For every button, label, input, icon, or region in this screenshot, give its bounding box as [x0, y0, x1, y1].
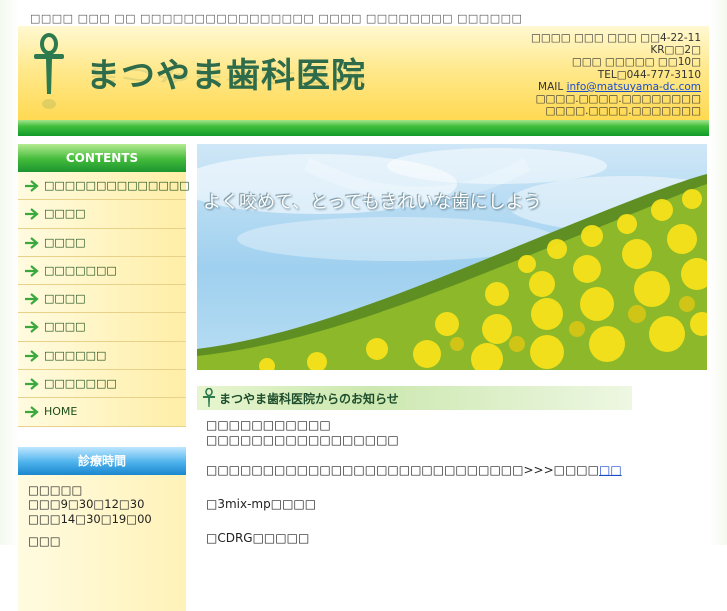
nav-item-6[interactable]: □□□□ [18, 313, 186, 342]
arrow-right-icon [24, 404, 40, 423]
news-line: □□□□□□□□□□□ [206, 418, 331, 432]
nav-item-label: □□□□□□ [44, 348, 107, 362]
mail-label: MAIL [538, 80, 564, 93]
nav-item-2[interactable]: □□□□ [18, 200, 186, 229]
news-title: まつやま歯科医院からのお知らせ [219, 392, 399, 406]
arrow-right-icon [24, 319, 40, 338]
nav-item-label: □□□□□□□ [44, 377, 117, 391]
address-line: □□□□.□□□□.□□□□□□□□ [535, 93, 701, 106]
rapeseed-field-image [197, 148, 707, 370]
phone-number: TEL□044-777-3110 [597, 68, 701, 81]
news-line-text: □□□□□□□□□□□□□□□□□□□□□□□□□□□□>>>□□□□ [206, 463, 599, 477]
hours-line: □□□ [28, 534, 61, 549]
nav-item-8[interactable]: □□□□□□□ [18, 370, 186, 399]
address-line: KR□□2□ [650, 44, 701, 57]
news-line: □CDRG□□□□□ [206, 531, 310, 545]
hours-panel: □□□□□ □□□9□30□12□30 □□□14□30□19□00 □□□ [18, 474, 186, 611]
tagline: □□□□ □□□ □□ □□□□□□□□□□□□□□□□ □□□□ □□□□□□… [30, 12, 523, 25]
nav-item-1[interactable]: □□□□□□□□□□□□□□ [18, 172, 190, 201]
news-body: □□□□□□□□□□□ □□□□□□□□□□□□□□□□□ □□□□□□□□□□… [206, 418, 706, 546]
hours-line: □□□□□ [28, 482, 83, 497]
tooth-logo-icon[interactable] [32, 32, 66, 120]
nav-item-label: HOME [44, 405, 78, 419]
nav-item-home[interactable]: HOME [18, 398, 186, 427]
arrow-right-icon [24, 348, 40, 367]
arrow-right-icon [24, 206, 40, 225]
nav-item-3[interactable]: □□□□ [18, 228, 186, 257]
hours-heading: 診療時間 [18, 446, 186, 475]
tooth-icon [203, 387, 215, 412]
arrow-right-icon [24, 376, 40, 395]
address-line: □□□ □□□□□ □□10□ [571, 56, 701, 69]
arrow-right-icon [24, 263, 40, 282]
arrow-right-icon [24, 291, 40, 310]
news-line: □□□□□□□□□□□□□□□□□ [206, 433, 399, 447]
mail-link[interactable]: info@matsuyama-dc.com [567, 81, 701, 93]
nav-item-label: □□□□□□□ [44, 263, 117, 277]
nav-item-4[interactable]: □□□□□□□ [18, 256, 186, 286]
nav-item-label: □□□□ [44, 320, 86, 334]
hero-banner: よく咬めて、とってもきれいな歯にしよう [197, 144, 707, 370]
address-line: □□□□ □□□ □□□ □□4-22-11 [530, 32, 701, 44]
clinic-address: □□□□ □□□ □□□ □□4-22-11 KR□□2□ □□□ □□□□□ … [531, 32, 701, 117]
nav-item-label: □□□□ [44, 292, 86, 306]
nav-item-7[interactable]: □□□□□□ [18, 341, 186, 371]
address-line: □□□□.□□□□.□□□□□□□ [545, 105, 702, 118]
nav-item-label: □□□□ [44, 207, 86, 221]
sidebar: CONTENTS □□□□□□□□□□□□□□ □□□□ □□□□ □□□□□□… [18, 144, 190, 611]
arrow-right-icon [24, 235, 40, 254]
arrow-right-icon [24, 178, 40, 197]
nav-item-label: □□□□ [44, 235, 86, 249]
news-line: □□□□□□□□□□□□□□□□□□□□□□□□□□□□>>>□□□□□□ [206, 463, 706, 478]
hero-slogan: よく咬めて、とってもきれいな歯にしよう [203, 192, 542, 213]
page: □□□□ □□□ □□ □□□□□□□□□□□□□□□□ □□□□ □□□□□□… [0, 0, 727, 611]
contents-heading: CONTENTS [18, 144, 186, 172]
news-link[interactable]: □□ [599, 463, 622, 477]
logo-reflection: まつやま歯科医院 [86, 63, 366, 86]
nav-item-5[interactable]: □□□□ [18, 285, 186, 314]
mail-row: MAIL info@matsuyama-dc.com [531, 81, 701, 93]
header-divider-bar [18, 120, 709, 136]
news-line: □3mix-mp□□□□ [206, 497, 317, 511]
news-heading: まつやま歯科医院からのお知らせ [197, 386, 632, 410]
nav-item-label: □□□□□□□□□□□□□□ [44, 179, 190, 192]
hours-line: □□□14□30□19□00 [28, 511, 152, 526]
header: まつやま歯科医院 まつやま歯科医院 □□□□ □□□ □□□ □□4-22-11… [18, 26, 709, 120]
hours-line: □□□9□30□12□30 [28, 497, 145, 512]
